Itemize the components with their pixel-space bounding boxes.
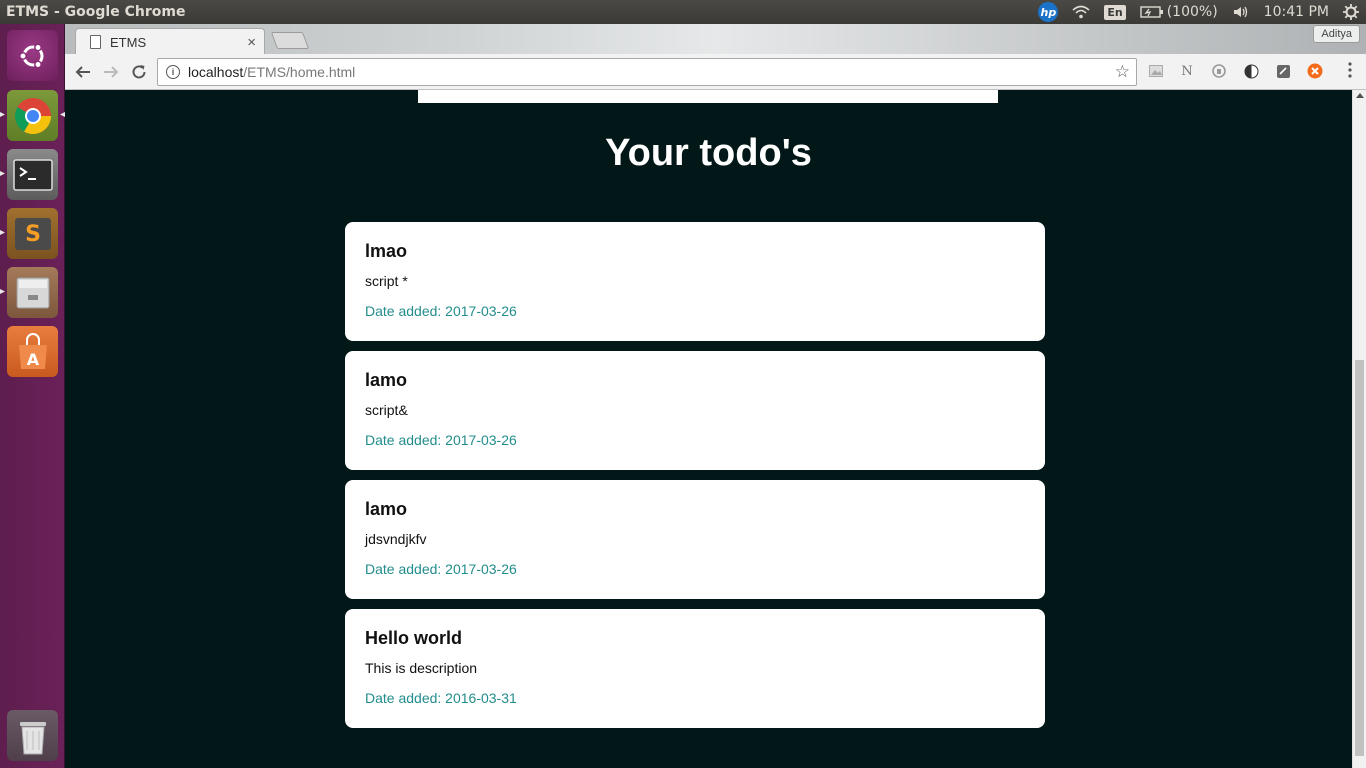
todo-title: lmao xyxy=(365,241,408,261)
extension-square-icon[interactable] xyxy=(1275,63,1291,79)
profile-button[interactable]: Aditya xyxy=(1313,25,1360,43)
ubuntu-logo-icon xyxy=(18,43,43,68)
page-heading: Your todo's xyxy=(605,132,812,174)
todo-card: lmao script * Date added: 2017-03-26 xyxy=(345,222,1045,341)
launcher-software-center[interactable]: A xyxy=(7,326,58,377)
terminal-running-indicator xyxy=(0,171,5,176)
chrome-running-indicator xyxy=(0,112,5,117)
tab-close-icon[interactable]: × xyxy=(247,34,256,51)
todo-title: lamo xyxy=(365,499,408,519)
svg-text:A: A xyxy=(26,350,39,369)
scroll-up-arrow-icon[interactable] xyxy=(1356,93,1364,98)
todo-title: lamo xyxy=(365,370,408,390)
battery-icon xyxy=(1140,6,1163,18)
info-icon[interactable]: i xyxy=(166,65,180,79)
indicator-area: hp En (100%) 10:41 PM xyxy=(1031,0,1366,24)
clock[interactable]: 10:41 PM xyxy=(1257,0,1336,24)
extension-n-icon[interactable]: N xyxy=(1179,63,1195,79)
keyboard-layout-label: En xyxy=(1104,4,1126,20)
sublime-text-icon: S xyxy=(14,217,51,250)
extension-contrast-icon[interactable] xyxy=(1243,63,1259,79)
bookmark-star-icon[interactable]: ☆ xyxy=(1115,62,1130,82)
reload-icon xyxy=(132,65,146,79)
files-running-indicator xyxy=(0,289,5,294)
window-title: ETMS - Google Chrome xyxy=(6,4,186,20)
extension-ublock-icon[interactable] xyxy=(1307,63,1323,79)
tab-strip: ETMS × Aditya xyxy=(65,24,1366,55)
extension-image-icon[interactable] xyxy=(1148,63,1164,79)
launcher-sublime-text[interactable]: S xyxy=(7,208,58,259)
battery-indicator[interactable]: (100%) xyxy=(1133,0,1225,24)
menu-dots-icon[interactable] xyxy=(1348,62,1352,78)
dash-button[interactable] xyxy=(7,30,58,81)
launcher-trash[interactable] xyxy=(7,710,58,761)
todo-date: Date added: 2016-03-31 xyxy=(365,690,517,706)
todo-title: Hello world xyxy=(365,628,463,648)
todo-description: script& xyxy=(365,402,408,418)
launcher-chrome[interactable] xyxy=(7,90,58,141)
file-manager-icon xyxy=(16,277,49,308)
todo-date: Date added: 2017-03-26 xyxy=(365,303,517,319)
reload-button[interactable] xyxy=(128,61,150,83)
launcher-files[interactable] xyxy=(7,267,58,318)
page-viewport: Your todo's lmao script * Date added: 20… xyxy=(65,90,1352,768)
terminal-icon xyxy=(12,158,53,191)
hp-indicator[interactable]: hp xyxy=(1031,0,1065,24)
url-path: /ETMS/home.html xyxy=(243,64,356,80)
top-panel: ETMS - Google Chrome hp En (100%) 10:41 … xyxy=(0,0,1366,24)
volume-icon xyxy=(1233,6,1247,18)
address-bar[interactable]: i localhost/ETMS/home.html ☆ xyxy=(157,58,1137,86)
forward-arrow-icon xyxy=(104,66,119,78)
tab-etms[interactable]: ETMS × xyxy=(75,28,265,55)
back-arrow-icon xyxy=(75,66,90,78)
back-button[interactable] xyxy=(72,61,94,83)
todo-card: lamo jdsvndjkfv Date added: 2017-03-26 xyxy=(345,480,1045,599)
scrollbar-thumb[interactable] xyxy=(1355,360,1364,756)
todo-description: script * xyxy=(365,273,408,289)
settings-gear-icon xyxy=(1343,4,1359,20)
forward-button[interactable] xyxy=(100,61,122,83)
chrome-icon xyxy=(14,97,51,134)
trash-icon xyxy=(19,721,46,754)
todo-description: jdsvndjkfv xyxy=(365,531,427,547)
extension-circle-icon[interactable] xyxy=(1211,63,1227,79)
todo-card: lamo script& Date added: 2017-03-26 xyxy=(345,351,1045,470)
todo-card: Hello world This is description Date add… xyxy=(345,609,1045,728)
svg-text:S: S xyxy=(25,222,41,247)
battery-percent: (100%) xyxy=(1166,4,1218,20)
wifi-indicator[interactable] xyxy=(1065,0,1097,24)
software-center-icon: A xyxy=(18,332,47,369)
launcher: S A xyxy=(0,24,65,768)
todo-date: Date added: 2017-03-26 xyxy=(365,432,517,448)
url-host: localhost xyxy=(188,64,244,80)
wifi-icon xyxy=(1072,5,1090,19)
sublime-running-indicator xyxy=(0,230,5,235)
volume-indicator[interactable] xyxy=(1225,0,1257,24)
hp-logo-icon: hp xyxy=(1038,2,1059,22)
keyboard-indicator[interactable]: En xyxy=(1097,0,1132,24)
new-tab-button[interactable] xyxy=(270,32,310,49)
todo-description: This is description xyxy=(365,660,478,676)
page-icon xyxy=(90,35,101,49)
todo-date: Date added: 2017-03-26 xyxy=(365,561,517,577)
launcher-terminal[interactable] xyxy=(7,149,58,200)
top-form-box xyxy=(418,90,998,103)
page-scrollbar[interactable] xyxy=(1352,90,1366,768)
tab-title: ETMS xyxy=(110,34,147,50)
chrome-window: ETMS × Aditya i localhost/ETMS/home.html… xyxy=(65,24,1366,768)
session-indicator[interactable] xyxy=(1336,0,1366,24)
browser-toolbar: i localhost/ETMS/home.html ☆ N xyxy=(65,54,1366,90)
